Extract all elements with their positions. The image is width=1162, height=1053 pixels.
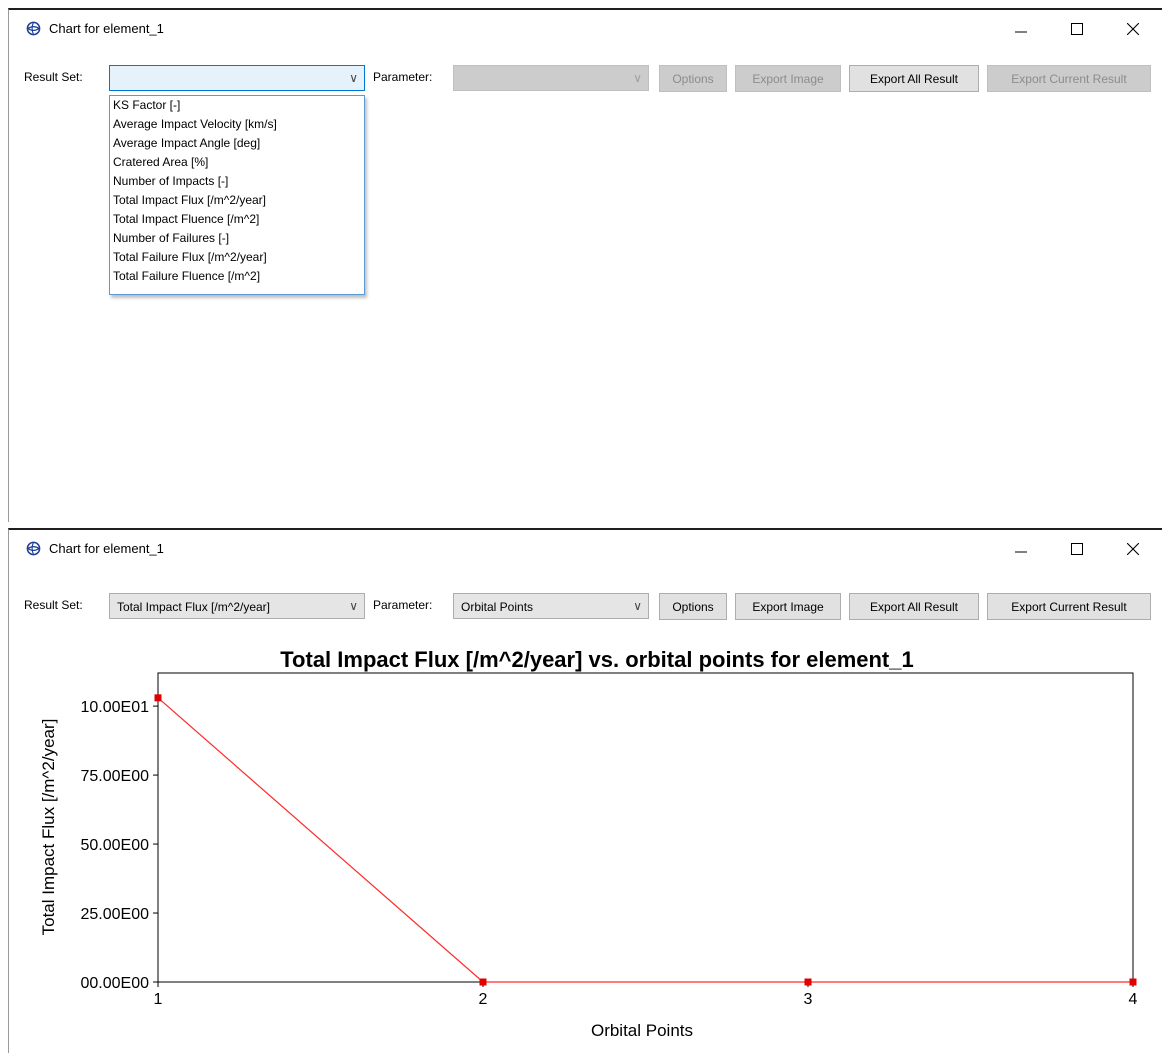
dropdown-item-total-failure-fluence[interactable]: Total Failure Fluence [/m^2]	[113, 269, 260, 283]
result-set-label: Result Set:	[24, 70, 83, 84]
y-axis-label: Total Impact Flux [/m^2/year]	[39, 719, 58, 936]
chevron-down-icon: ∨	[349, 71, 358, 85]
export-current-result-button[interactable]: Export Current Result	[987, 65, 1151, 92]
minimize-button[interactable]	[1001, 16, 1041, 42]
options-button[interactable]: Options	[659, 65, 727, 92]
x-axis-label: Orbital Points	[591, 1021, 693, 1040]
chart-window-top: Chart for element_1 Result Set: ∨ Parame…	[8, 8, 1162, 522]
chart-title: Total Impact Flux [/m^2/year] vs. orbita…	[280, 647, 913, 672]
data-point-marker	[804, 978, 812, 986]
dropdown-item-total-failure-flux[interactable]: Total Failure Flux [/m^2/year]	[113, 250, 267, 264]
parameter-select[interactable]: ∨	[453, 65, 649, 91]
window-title: Chart for element_1	[49, 21, 164, 36]
data-point-marker	[154, 694, 162, 702]
plot-area	[157, 672, 1134, 983]
dropdown-item-number-of-impacts[interactable]: Number of Impacts [-]	[113, 174, 228, 188]
chevron-down-icon: ∨	[633, 71, 642, 85]
globe-app-icon	[26, 21, 41, 36]
dropdown-item-total-impact-fluence[interactable]: Total Impact Fluence [/m^2]	[113, 212, 259, 226]
maximize-icon	[1071, 23, 1083, 35]
export-all-result-button[interactable]: Export All Result	[849, 65, 979, 92]
result-set-select[interactable]: ∨	[109, 65, 365, 91]
y-tick-label: 00.00E00	[80, 975, 149, 992]
y-tick-label: 10.00E01	[80, 699, 149, 716]
title-bar[interactable]: Chart for element_1	[9, 10, 1162, 50]
y-tick-label: 25.00E00	[80, 906, 149, 923]
close-button[interactable]	[1113, 16, 1153, 42]
data-point-marker	[479, 978, 487, 986]
y-tick-label: 75.00E00	[80, 768, 149, 785]
minimize-icon	[1015, 31, 1027, 33]
x-tick-label: 4	[1129, 991, 1138, 1008]
dropdown-item-average-impact-velocity[interactable]: Average Impact Velocity [km/s]	[113, 117, 277, 131]
parameter-label: Parameter:	[373, 70, 433, 84]
dropdown-item-total-impact-flux[interactable]: Total Impact Flux [/m^2/year]	[113, 193, 266, 207]
x-tick-label: 1	[154, 991, 163, 1008]
x-tick-label: 2	[479, 991, 488, 1008]
close-icon	[1127, 23, 1139, 35]
data-point-marker	[1129, 978, 1137, 986]
maximize-button[interactable]	[1057, 16, 1097, 42]
result-set-dropdown-list: KS Factor [-] Average Impact Velocity [k…	[109, 95, 365, 295]
toolbar: Result Set: ∨ Parameter: ∨ Options Expor…	[9, 62, 1162, 92]
line-chart: Total Impact Flux [/m^2/year] vs. orbita…	[39, 647, 1138, 1040]
chart-window-bottom: Chart for element_1 Result Set: Total Im…	[8, 528, 1162, 1053]
dropdown-item-cratered-area[interactable]: Cratered Area [%]	[113, 155, 208, 169]
dropdown-item-ks-factor[interactable]: KS Factor [-]	[113, 98, 180, 112]
y-tick-label: 50.00E00	[80, 837, 149, 854]
x-tick-label: 3	[804, 991, 813, 1008]
dropdown-item-average-impact-angle[interactable]: Average Impact Angle [deg]	[113, 136, 260, 150]
dropdown-item-number-of-failures[interactable]: Number of Failures [-]	[113, 231, 229, 245]
export-image-button[interactable]: Export Image	[735, 65, 841, 92]
